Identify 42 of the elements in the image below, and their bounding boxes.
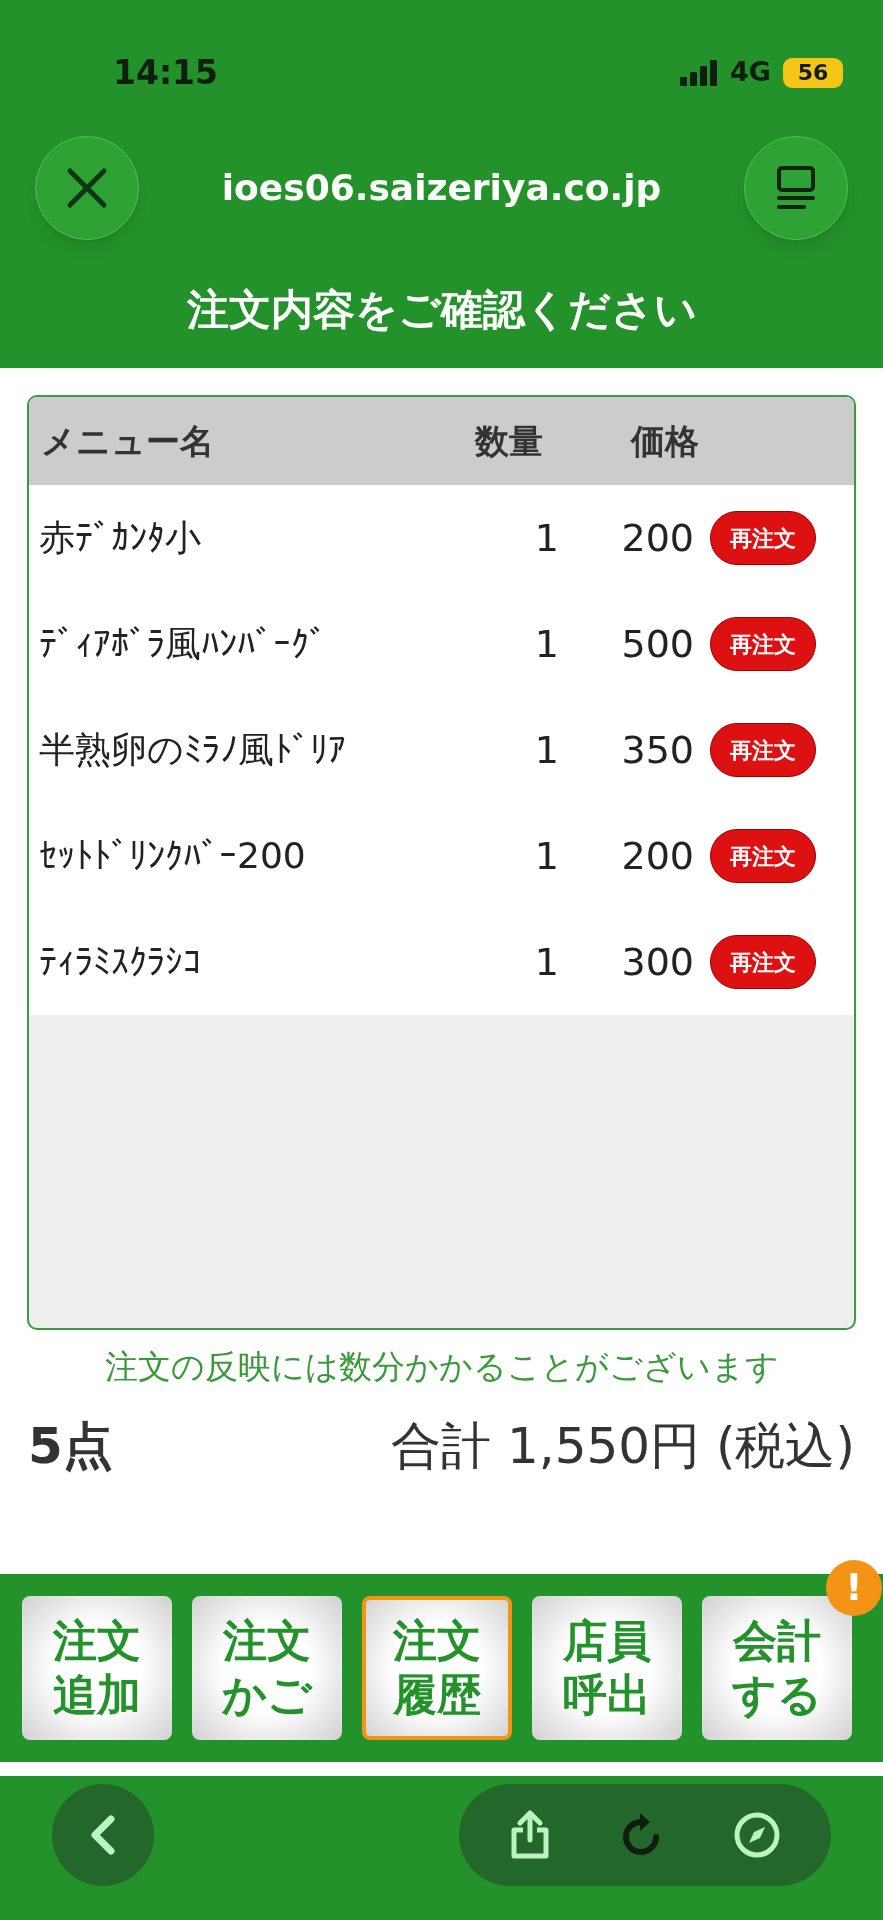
item-price: 350	[620, 726, 694, 774]
reorder-button[interactable]: 再注文	[710, 617, 816, 671]
reorder-button[interactable]: 再注文	[710, 935, 816, 989]
page-title: 注文内容をご確認ください	[186, 284, 697, 336]
item-quantity: 1	[533, 726, 560, 774]
nav-button[interactable]: 注文 かご	[192, 1595, 342, 1740]
reorder-button[interactable]: 再注文	[710, 723, 816, 777]
close-icon	[66, 167, 108, 209]
item-quantity: 1	[533, 620, 560, 668]
total-price: 合計 1,550円 (税込)	[391, 1416, 855, 1477]
item-quantity: 1	[533, 514, 560, 562]
signal-icon	[680, 59, 719, 86]
alert-badge: !	[826, 1559, 882, 1616]
nav-button[interactable]: 注文 追加	[22, 1595, 172, 1740]
reorder-button[interactable]: 再注文	[710, 511, 816, 565]
reorder-button[interactable]: 再注文	[710, 829, 816, 883]
column-header: メニュー名	[40, 419, 215, 463]
item-quantity: 1	[533, 938, 560, 986]
list-icon	[776, 165, 816, 211]
back-icon	[90, 1814, 116, 1855]
column-header: 数量	[473, 419, 544, 463]
item-name: 半熟卵のﾐﾗﾉ風ﾄﾞﾘｱ	[38, 728, 347, 772]
item-count: 5点	[28, 1416, 113, 1477]
notice-text: 注文の反映には数分かかることがございます	[104, 1346, 779, 1388]
share-icon[interactable]	[509, 1809, 552, 1860]
item-quantity: 1	[533, 832, 560, 880]
network-type: 4G	[730, 55, 771, 90]
item-name: ﾃﾞｨｱﾎﾞﾗ風ﾊﾝﾊﾞｰｸﾞ	[38, 622, 328, 666]
item-price: 500	[620, 620, 694, 668]
item-name: ﾃｨﾗﾐｽｸﾗｼｺ	[38, 940, 202, 984]
item-price: 200	[620, 514, 694, 562]
compass-icon[interactable]	[732, 1810, 781, 1859]
item-price: 300	[620, 938, 694, 986]
nav-button[interactable]: 注文 履歴	[362, 1595, 512, 1740]
column-header: 価格	[629, 419, 699, 463]
item-price: 200	[620, 832, 694, 880]
status-time: 14:15	[113, 51, 219, 94]
battery-level: 56	[783, 57, 843, 88]
item-name: 赤ﾃﾞｶﾝﾀ小	[38, 516, 202, 560]
url-text[interactable]: ioes06.saizeriya.co.jp	[221, 161, 662, 215]
nav-button[interactable]: 店員 呼出	[532, 1595, 682, 1740]
item-name: ｾｯﾄﾄﾞﾘﾝｸﾊﾞｰ200	[38, 834, 307, 878]
